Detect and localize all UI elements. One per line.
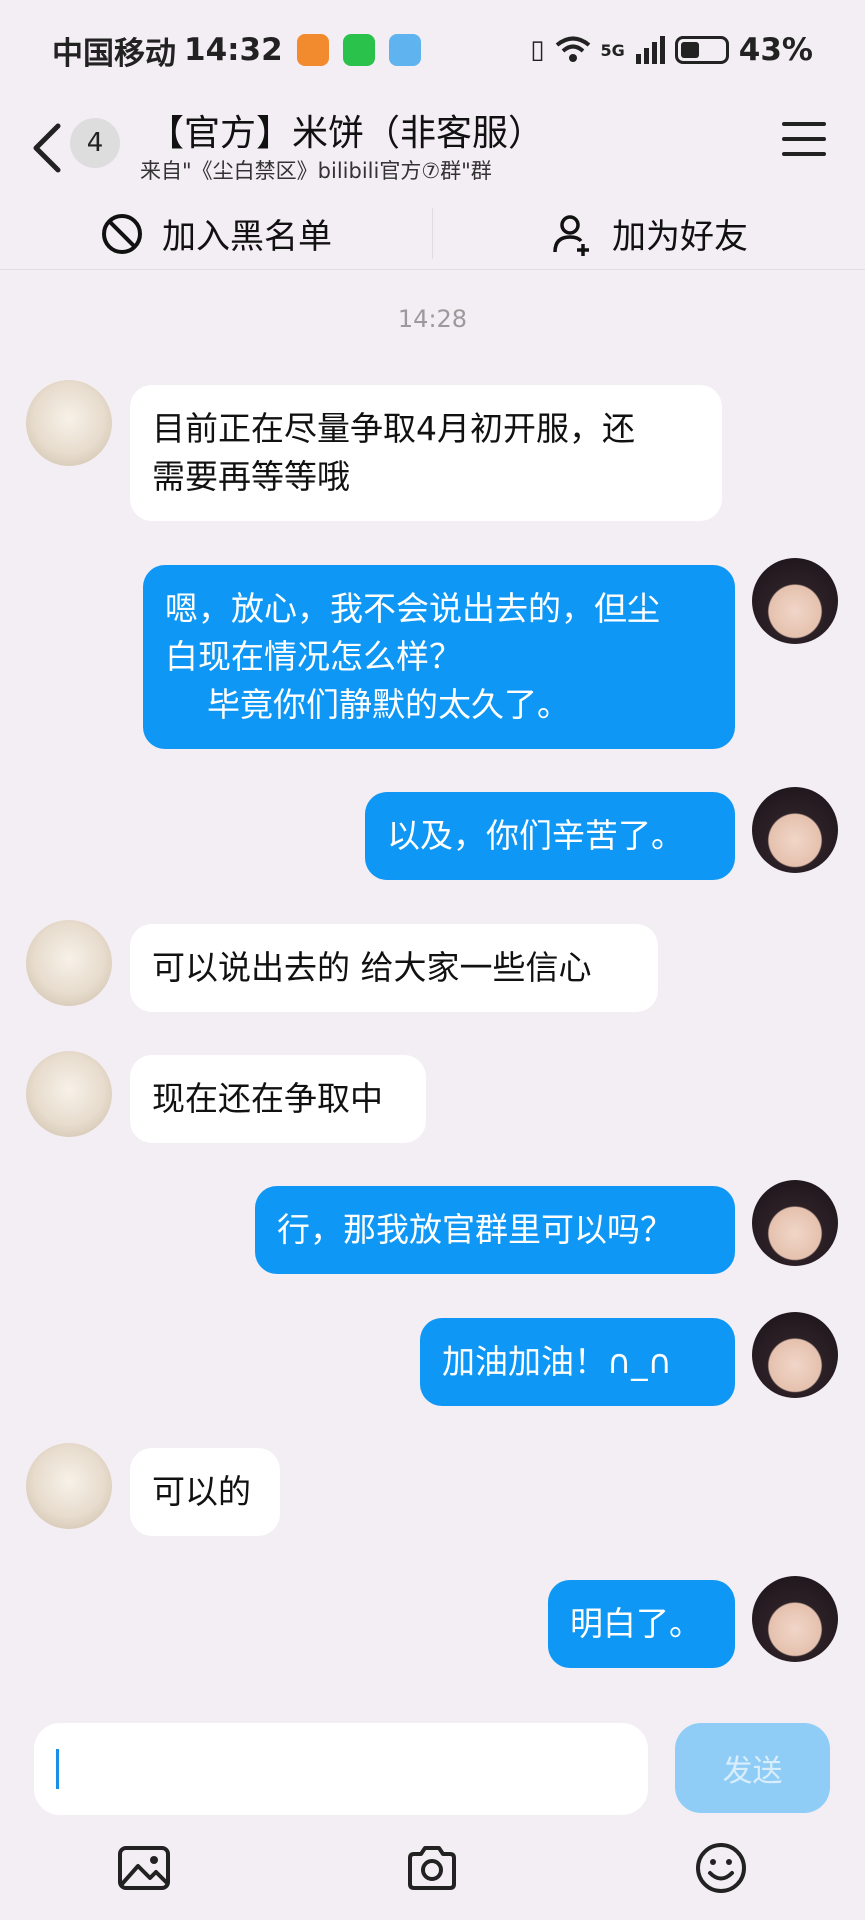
avatar[interactable] bbox=[26, 1443, 112, 1529]
block-icon bbox=[102, 213, 142, 254]
action-bar: 加入黑名单 加为好友 bbox=[0, 198, 865, 270]
avatar[interactable] bbox=[752, 787, 838, 873]
camera-icon[interactable] bbox=[404, 1840, 460, 1896]
avatar[interactable] bbox=[752, 1576, 838, 1662]
wechat-icon bbox=[342, 34, 375, 66]
add-friend-button[interactable]: 加为好友 bbox=[433, 198, 865, 269]
vibrate-icon: ▯ bbox=[530, 35, 545, 65]
avatar[interactable] bbox=[752, 558, 838, 644]
battery-percent: 43% bbox=[738, 32, 813, 68]
chat-title: 【官方】米饼（非客服） bbox=[148, 113, 545, 154]
blacklist-label: 加入黑名单 bbox=[162, 217, 332, 257]
send-button[interactable]: 发送 bbox=[675, 1723, 830, 1813]
avatar[interactable] bbox=[26, 920, 112, 1006]
message-bubble[interactable]: 以及，你们辛苦了。 bbox=[365, 792, 735, 880]
carrier-label: 中国移动 bbox=[52, 35, 176, 72]
avatar[interactable] bbox=[752, 1180, 838, 1266]
add-friend-label: 加为好友 bbox=[612, 217, 748, 257]
signal-icon bbox=[635, 36, 665, 64]
message-bubble[interactable]: 可以说出去的 给大家一些信心 bbox=[130, 924, 658, 1012]
unread-badge[interactable]: 4 bbox=[70, 118, 120, 168]
status-bar: 中国移动 14:32 ▯ 5G 43% bbox=[0, 0, 865, 100]
clock: 14:32 bbox=[184, 32, 283, 68]
avatar[interactable] bbox=[26, 1051, 112, 1137]
add-user-icon bbox=[553, 214, 589, 256]
avatar[interactable] bbox=[752, 1312, 838, 1398]
message-bubble[interactable]: 现在还在争取中 bbox=[130, 1055, 426, 1143]
battery-icon bbox=[674, 36, 729, 64]
image-icon[interactable] bbox=[116, 1840, 172, 1896]
chat-subtitle: 来自"《尘白禁区》bilibili官方⑦群"群 bbox=[140, 159, 492, 183]
battery-fill bbox=[680, 42, 699, 58]
message-input[interactable] bbox=[34, 1723, 648, 1815]
message-bubble[interactable]: 加油加油！∩_∩ bbox=[420, 1318, 735, 1406]
text-cursor bbox=[56, 1749, 59, 1789]
avatar[interactable] bbox=[26, 380, 112, 466]
network-label: 5G bbox=[600, 40, 625, 60]
input-bar: 发送 bbox=[0, 1705, 865, 1920]
message-bubble[interactable]: 嗯，放心，我不会说出去的，但尘 白现在情况怎么样？ 毕竟你们静默的太久了。 bbox=[143, 565, 735, 749]
message-bubble[interactable]: 可以的 bbox=[130, 1448, 280, 1536]
emoji-icon[interactable] bbox=[693, 1840, 749, 1896]
message-timestamp: 14:28 bbox=[397, 305, 468, 333]
menu-icon[interactable] bbox=[782, 122, 826, 156]
reader-icon bbox=[388, 34, 421, 66]
message-bubble[interactable]: 行，那我放官群里可以吗？ bbox=[255, 1186, 735, 1274]
taobao-icon bbox=[296, 34, 329, 66]
blacklist-button[interactable]: 加入黑名单 bbox=[0, 198, 432, 269]
wifi-icon bbox=[555, 36, 590, 62]
message-bubble[interactable]: 明白了。 bbox=[548, 1580, 735, 1668]
message-bubble[interactable]: 目前正在尽量争取4月初开服，还 需要再等等哦 bbox=[130, 385, 722, 521]
back-icon[interactable] bbox=[28, 118, 68, 178]
